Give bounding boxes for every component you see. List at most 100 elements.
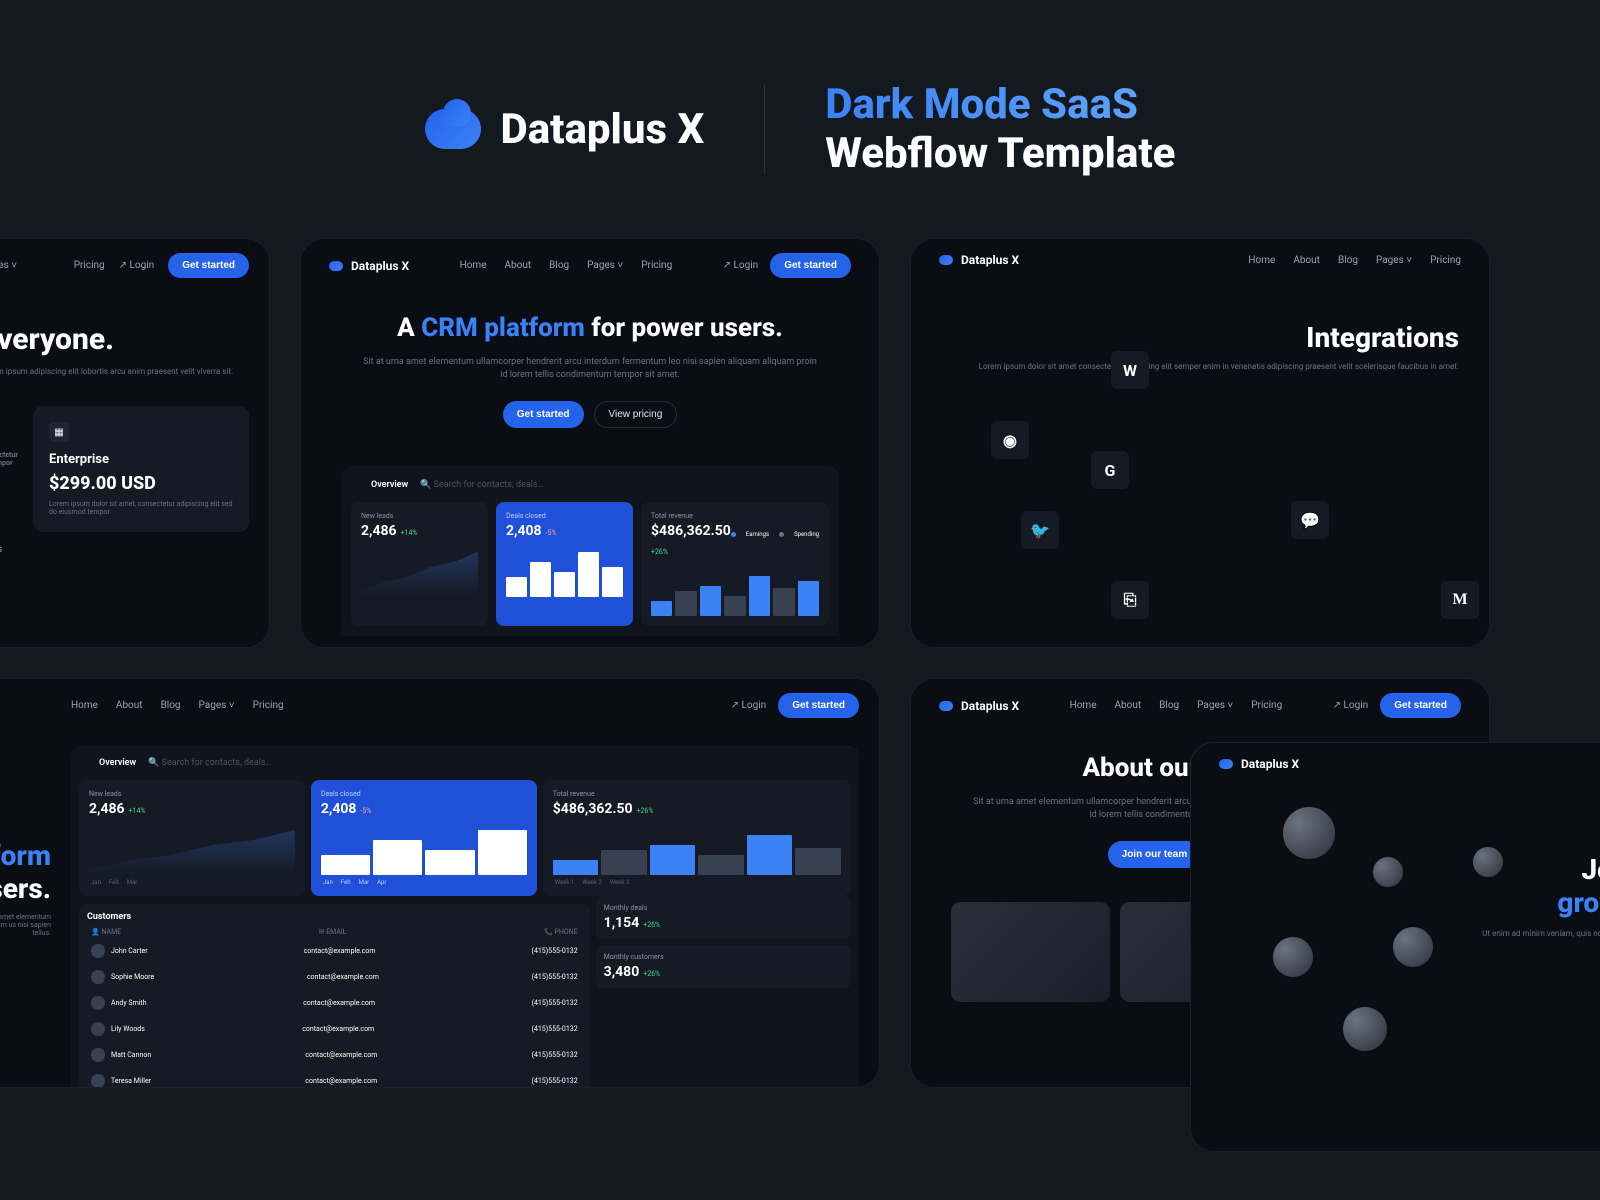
nav-about[interactable]: About [505, 260, 532, 271]
hero-title-partial: everyone. [0, 292, 269, 367]
plan-price: $299.00 USD [49, 473, 233, 494]
join-title-2: growing [1479, 886, 1600, 919]
avatar [1271, 935, 1315, 979]
cta-view-pricing[interactable]: View pricing [594, 401, 678, 428]
table-row[interactable]: Lily Woodscontact@example.com(415)555-01… [87, 1016, 582, 1042]
nav-pricing[interactable]: Pricing [1251, 700, 1282, 711]
stat-total-revenue: Total revenue $486,362.50 +26% Week 1Wee… [543, 780, 851, 896]
table-row[interactable]: Teresa Millercontact@example.com(415)555… [87, 1068, 582, 1088]
preview-card-integrations[interactable]: Dataplus X Home About Blog Pages ˅ Prici… [910, 238, 1490, 648]
headline-line2: Webflow Template [825, 129, 1175, 178]
nav-blog[interactable]: Blog [1338, 255, 1358, 266]
nav-pages[interactable]: Pages ˅ [1197, 700, 1233, 711]
tile-pinterest[interactable]: ◉ [991, 421, 1029, 459]
search-placeholder[interactable]: 🔍 Search for contacts, deals… [420, 480, 543, 490]
table-row[interactable]: Sophie Moorecontact@example.com(415)555-… [87, 964, 582, 990]
join-title-1: Join o [1479, 853, 1600, 886]
stat-monthly-deals: Monthly deals 1,154 +26% [596, 896, 851, 939]
tile-google[interactable]: G [1091, 451, 1129, 489]
get-started-button[interactable]: Get started [1380, 693, 1461, 718]
table-row[interactable]: Andy Smithcontact@example.com(415)555-01… [87, 990, 582, 1016]
preview-card-careers[interactable]: Dataplus X Home Join o growing Ut enim a… [1190, 742, 1600, 1152]
nav-pricing[interactable]: Pricing [641, 260, 672, 271]
brand-mini: Dataplus X [961, 253, 1019, 267]
price-card-enterprise[interactable]: ▦ Enterprise $299.00 USD Lorem ipsum dol… [33, 406, 249, 532]
dashboard-mock: Overview 🔍 Search for contacts, deals… N… [341, 466, 839, 636]
tile-twitch[interactable]: ⎘ [1111, 581, 1149, 619]
overview-label: Overview [99, 758, 136, 768]
nav-home[interactable]: Home [1070, 700, 1097, 711]
join-desc: Ut enim ad minim veniam, quis nostrud co… [1479, 929, 1600, 947]
building-icon: ▦ [49, 422, 69, 442]
nav-about[interactable]: About [1115, 700, 1142, 711]
search-input[interactable]: 🔍 Search for contacts, deals… [148, 758, 271, 768]
title-partial-2: sers. [0, 872, 51, 905]
stat-deals-closed: Deals closed 2,408 -5% JanFebMarApr [311, 780, 537, 896]
stat-total-revenue: Total revenue $486,362.50 +26% Earnings … [641, 502, 829, 626]
nav-blog[interactable]: Blog [1159, 700, 1179, 711]
stat-deals-closed: Deals closed 2,408 -5% [496, 502, 633, 626]
get-started-button[interactable]: Get started [778, 693, 859, 718]
table-row[interactable]: Matt Cannoncontact@example.com(415)555-0… [87, 1042, 582, 1068]
nav-blog[interactable]: Blog [161, 700, 181, 711]
nav-pages[interactable]: Pages ˅ [0, 260, 17, 271]
nav-about[interactable]: About [1293, 255, 1320, 266]
integrations-desc: Lorem ipsum dolor sit amet consectetur a… [911, 362, 1489, 371]
avatar [1341, 1005, 1389, 1053]
cta-join-team[interactable]: Join our team [1108, 841, 1202, 868]
integrations-grid: W ◉ G 🐦 💬 ⎘ M [911, 381, 1489, 621]
stat-new-leads: New leads 2,486 +14% JanFebMar [79, 780, 305, 896]
nav-pages[interactable]: Pages ˅ [587, 260, 623, 271]
photo-placeholder [951, 902, 1110, 1002]
tile-medium[interactable]: M [1441, 581, 1479, 619]
nav-pricing[interactable]: Pricing [1430, 255, 1461, 266]
nav-home[interactable]: Home [71, 700, 98, 711]
logo-block: Dataplus X [425, 105, 705, 154]
nav-home[interactable]: Home [460, 260, 487, 271]
cloud-icon [1219, 759, 1233, 769]
dashboard-detail: Overview 🔍 Search for contacts, deals… N… [71, 746, 859, 1088]
table-row[interactable]: John Cartercontact@example.com(415)555-0… [87, 938, 582, 964]
login-link[interactable]: ↗ Login [119, 260, 155, 271]
nav-home[interactable]: Home [1248, 255, 1275, 266]
title-desc: Sit at urna amet elementum arcu interdum… [0, 905, 51, 945]
nav-blog[interactable]: Blog [549, 260, 569, 271]
cloud-icon [425, 109, 481, 149]
chart-legend: Earnings Spending [731, 512, 819, 558]
preview-card-dashboard[interactable]: form sers. Sit at urna amet elementum ar… [0, 678, 880, 1088]
plan-name: Enterprise [49, 452, 233, 467]
features-partial: eatures [0, 532, 269, 555]
stat-new-leads: New leads 2,486 +14% [351, 502, 488, 626]
brand-mini: Dataplus X [961, 699, 1019, 713]
nav-pages[interactable]: Pages ˅ [1376, 255, 1412, 266]
headline: Dark Mode SaaS Webflow Template [825, 80, 1175, 178]
plan-desc: Lorem ipsum dolor sit amet, consectetur … [49, 500, 233, 516]
divider [764, 84, 765, 174]
brand-mini: Dataplus X [1241, 757, 1299, 771]
cloud-icon [329, 261, 343, 271]
tile-twitter[interactable]: 🐦 [1021, 511, 1059, 549]
preview-card-home[interactable]: Dataplus X Home About Blog Pages ˅ Prici… [300, 238, 880, 648]
preview-card-pricing[interactable]: Pages ˅ Pricing ↗ Login Get started ever… [0, 238, 270, 648]
cta-get-started[interactable]: Get started [503, 401, 584, 428]
login-link[interactable]: ↗ Login [1333, 700, 1369, 711]
cloud-icon [939, 701, 953, 711]
get-started-button[interactable]: Get started [770, 253, 851, 278]
login-link[interactable]: ↗ Login [723, 260, 759, 271]
integrations-title: Integrations [911, 281, 1489, 362]
price-sd: SD [0, 426, 21, 445]
tile-messenger[interactable]: 💬 [1291, 501, 1329, 539]
nav-pages[interactable]: Pages ˅ [199, 700, 235, 711]
overview-label: Overview [371, 480, 408, 490]
get-started-button[interactable]: Get started [168, 253, 249, 278]
hero-desc: Sit at urna amet elementum ullamcorper h… [361, 356, 819, 383]
login-link[interactable]: ↗ Login [731, 700, 767, 711]
nav-pricing[interactable]: Pricing [253, 700, 284, 711]
avatar [1371, 855, 1405, 889]
tile-webflow[interactable]: W [1111, 351, 1149, 389]
avatar [1281, 805, 1337, 861]
nav-pricing[interactable]: Pricing [74, 260, 105, 271]
hero-title: A CRM platform for power users. [361, 312, 819, 346]
nav-about[interactable]: About [116, 700, 143, 711]
cloud-icon [939, 255, 953, 265]
